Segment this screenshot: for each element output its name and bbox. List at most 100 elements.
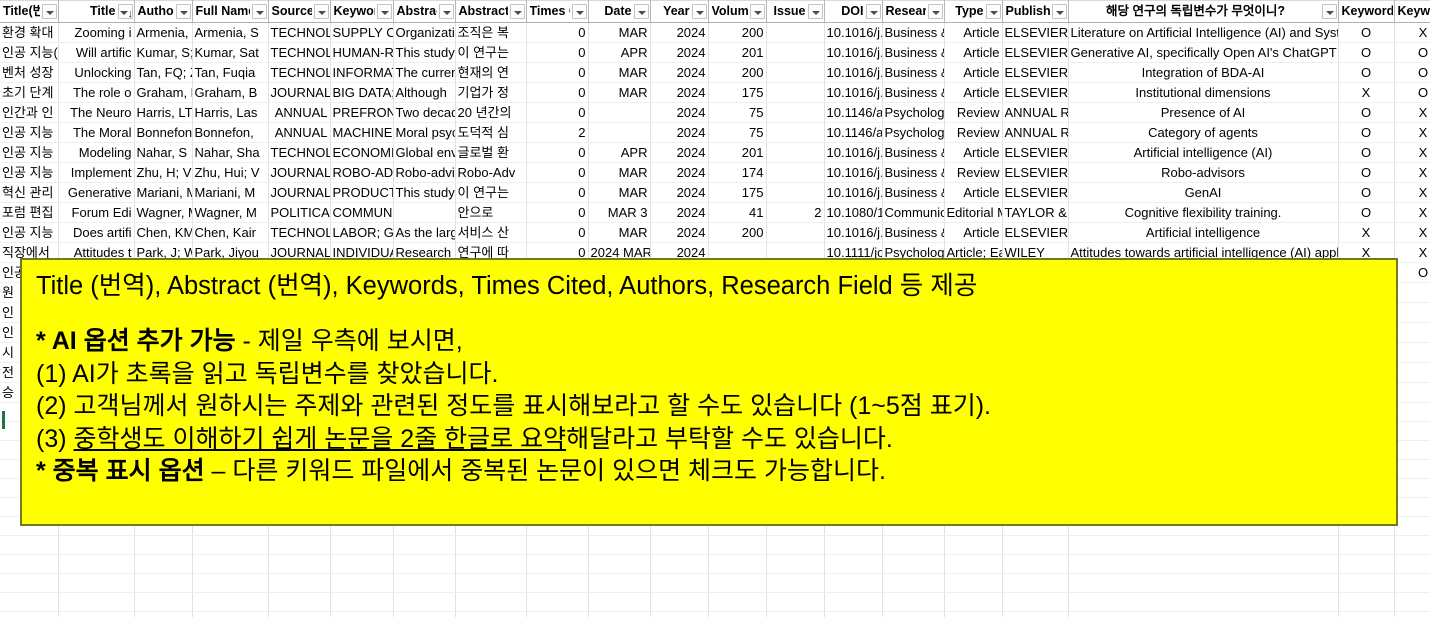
cell-abstract_ko[interactable]: 기업가 정 [455, 82, 527, 103]
cell-type[interactable]: Article [944, 142, 1003, 163]
cell-empty[interactable] [0, 535, 59, 555]
cell-empty[interactable] [650, 535, 709, 555]
cell-empty[interactable] [766, 535, 825, 555]
filter-dropdown-icon[interactable] [175, 4, 191, 19]
cell-year[interactable]: 2024 [650, 142, 709, 163]
cell-title_ko[interactable]: 초기 단계 [0, 82, 59, 103]
cell-keywords[interactable]: MACHINES [330, 122, 394, 143]
cell-empty[interactable] [455, 554, 527, 574]
cell-title_ko[interactable]: 인공 지능 [0, 162, 59, 183]
cell-keyword3[interactable]: X [1394, 122, 1430, 143]
cell-publisher[interactable]: ANNUAL R [1002, 122, 1069, 143]
cell-empty[interactable] [393, 611, 456, 617]
cell-empty[interactable] [766, 611, 825, 617]
cell-publisher[interactable]: TAYLOR & [1002, 202, 1069, 223]
cell-ai_iv[interactable]: GenAI [1068, 182, 1339, 203]
filter-dropdown-icon[interactable] [376, 4, 392, 19]
cell-empty[interactable] [192, 592, 269, 612]
cell-ai_iv[interactable]: Integration of BDA-AI [1068, 62, 1339, 83]
cell-empty[interactable] [708, 573, 767, 593]
cell-empty[interactable] [330, 592, 394, 612]
cell-full_name[interactable]: Armenia, S [192, 22, 269, 43]
cell-year[interactable]: 2024 [650, 62, 709, 83]
cell-title[interactable]: The role o [58, 82, 135, 103]
cell-title_ko[interactable]: 혁신 관리 [0, 182, 59, 203]
cell-issue[interactable] [766, 122, 825, 143]
column-header-keyword1[interactable]: Keyword1 [1338, 0, 1395, 23]
cell-keyword1[interactable]: O [1338, 162, 1395, 183]
cell-date[interactable]: MAR [588, 82, 651, 103]
cell-keyword1[interactable]: O [1338, 22, 1395, 43]
cell-empty[interactable] [526, 554, 589, 574]
cell-empty[interactable] [268, 611, 331, 617]
filter-dropdown-icon[interactable] [438, 4, 454, 19]
cell-empty[interactable] [824, 592, 883, 612]
cell-date[interactable]: MAR [588, 182, 651, 203]
cell-date[interactable]: MAR [588, 222, 651, 243]
cell-type[interactable]: Article [944, 182, 1003, 203]
cell-keyword3[interactable]: X [1394, 182, 1430, 203]
cell-issue[interactable] [766, 82, 825, 103]
cell-authors[interactable]: Nahar, S [134, 142, 193, 163]
cell-keywords[interactable]: SUPPLY CH [330, 22, 394, 43]
cell-publisher[interactable]: ELSEVIER S [1002, 142, 1069, 163]
cell-research[interactable]: Psycholog [882, 122, 945, 143]
cell-empty[interactable] [1394, 516, 1430, 536]
cell-doi[interactable]: 10.1080/10 [824, 202, 883, 223]
table-row[interactable]: 인공 지능 The Moral Bonnefon, Bonnefon, ANNUAL M… [0, 122, 1430, 143]
cell-abstract[interactable]: Two decad [393, 102, 456, 123]
cell-empty[interactable] [134, 554, 193, 574]
cell-ai_iv[interactable]: Artificial intelligence [1068, 222, 1339, 243]
filter-dropdown-icon[interactable] [865, 4, 881, 19]
cell-abstract[interactable] [393, 202, 456, 223]
cell-empty[interactable] [1068, 573, 1339, 593]
cell-empty[interactable] [650, 554, 709, 574]
cell-source[interactable]: JOURNAL [268, 162, 331, 183]
cell-empty[interactable] [393, 554, 456, 574]
cell-empty[interactable] [330, 535, 394, 555]
cell-abstract[interactable]: Robo-advi [393, 162, 456, 183]
filter-dropdown-icon[interactable] [41, 4, 57, 19]
table-row[interactable]: 인공 지능(Will artific Kumar, S; Kumar, Sat TEC… [0, 42, 1430, 63]
cell-empty[interactable] [944, 573, 1003, 593]
filter-dropdown-icon[interactable] [509, 4, 525, 19]
cell-issue[interactable] [766, 162, 825, 183]
cell-keyword1[interactable]: O [1338, 42, 1395, 63]
cell-empty[interactable] [268, 592, 331, 612]
cell-empty[interactable] [944, 535, 1003, 555]
cell-volume[interactable]: 201 [708, 42, 767, 63]
column-header-title_ko[interactable]: Title(번역) [0, 0, 59, 23]
column-header-type[interactable]: Type [944, 0, 1003, 23]
cell-authors[interactable]: Armenia, S [134, 22, 193, 43]
column-header-keywords[interactable]: Keywords [330, 0, 394, 23]
cell-source[interactable]: JOURNAL [268, 82, 331, 103]
cell-date[interactable]: MAR [588, 62, 651, 83]
cell-date[interactable]: APR [588, 142, 651, 163]
cell-empty[interactable] [1338, 554, 1395, 574]
cell-empty[interactable] [1002, 554, 1069, 574]
cell-title_ko[interactable]: 환경 확대 [0, 22, 59, 43]
cell-abstract_ko[interactable]: 서비스 산 [455, 222, 527, 243]
cell-title[interactable]: Unlocking [58, 62, 135, 83]
cell-empty[interactable] [1338, 611, 1395, 617]
cell-keyword3[interactable]: X [1394, 142, 1430, 163]
cell-empty[interactable] [1338, 592, 1395, 612]
cell-empty[interactable] [944, 611, 1003, 617]
column-header-title[interactable]: Title [58, 0, 135, 23]
cell-empty[interactable] [882, 592, 945, 612]
column-header-publisher[interactable]: Publisher [1002, 0, 1069, 23]
cell-keyword3[interactable]: X [1394, 102, 1430, 123]
cell-empty[interactable] [455, 611, 527, 617]
cell-empty[interactable] [882, 554, 945, 574]
cell-title_ko[interactable]: 벤처 성장 [0, 62, 59, 83]
filter-dropdown-icon[interactable] [985, 4, 1001, 19]
cell-empty[interactable] [393, 592, 456, 612]
table-row[interactable]: 환경 확대Zooming iArmenia, SArmenia, STECHNO… [0, 22, 1430, 43]
cell-empty[interactable] [1394, 573, 1430, 593]
cell-empty[interactable] [1394, 440, 1430, 460]
cell-empty[interactable] [1338, 535, 1395, 555]
cell-full_name[interactable]: Tan, Fuqia [192, 62, 269, 83]
cell-issue[interactable]: 2 [766, 202, 825, 223]
table-row[interactable]: 포럼 편집Forum EdiWagner, MWagner, MPOLITICA… [0, 202, 1430, 223]
cell-keyword3[interactable]: O [1394, 42, 1430, 63]
